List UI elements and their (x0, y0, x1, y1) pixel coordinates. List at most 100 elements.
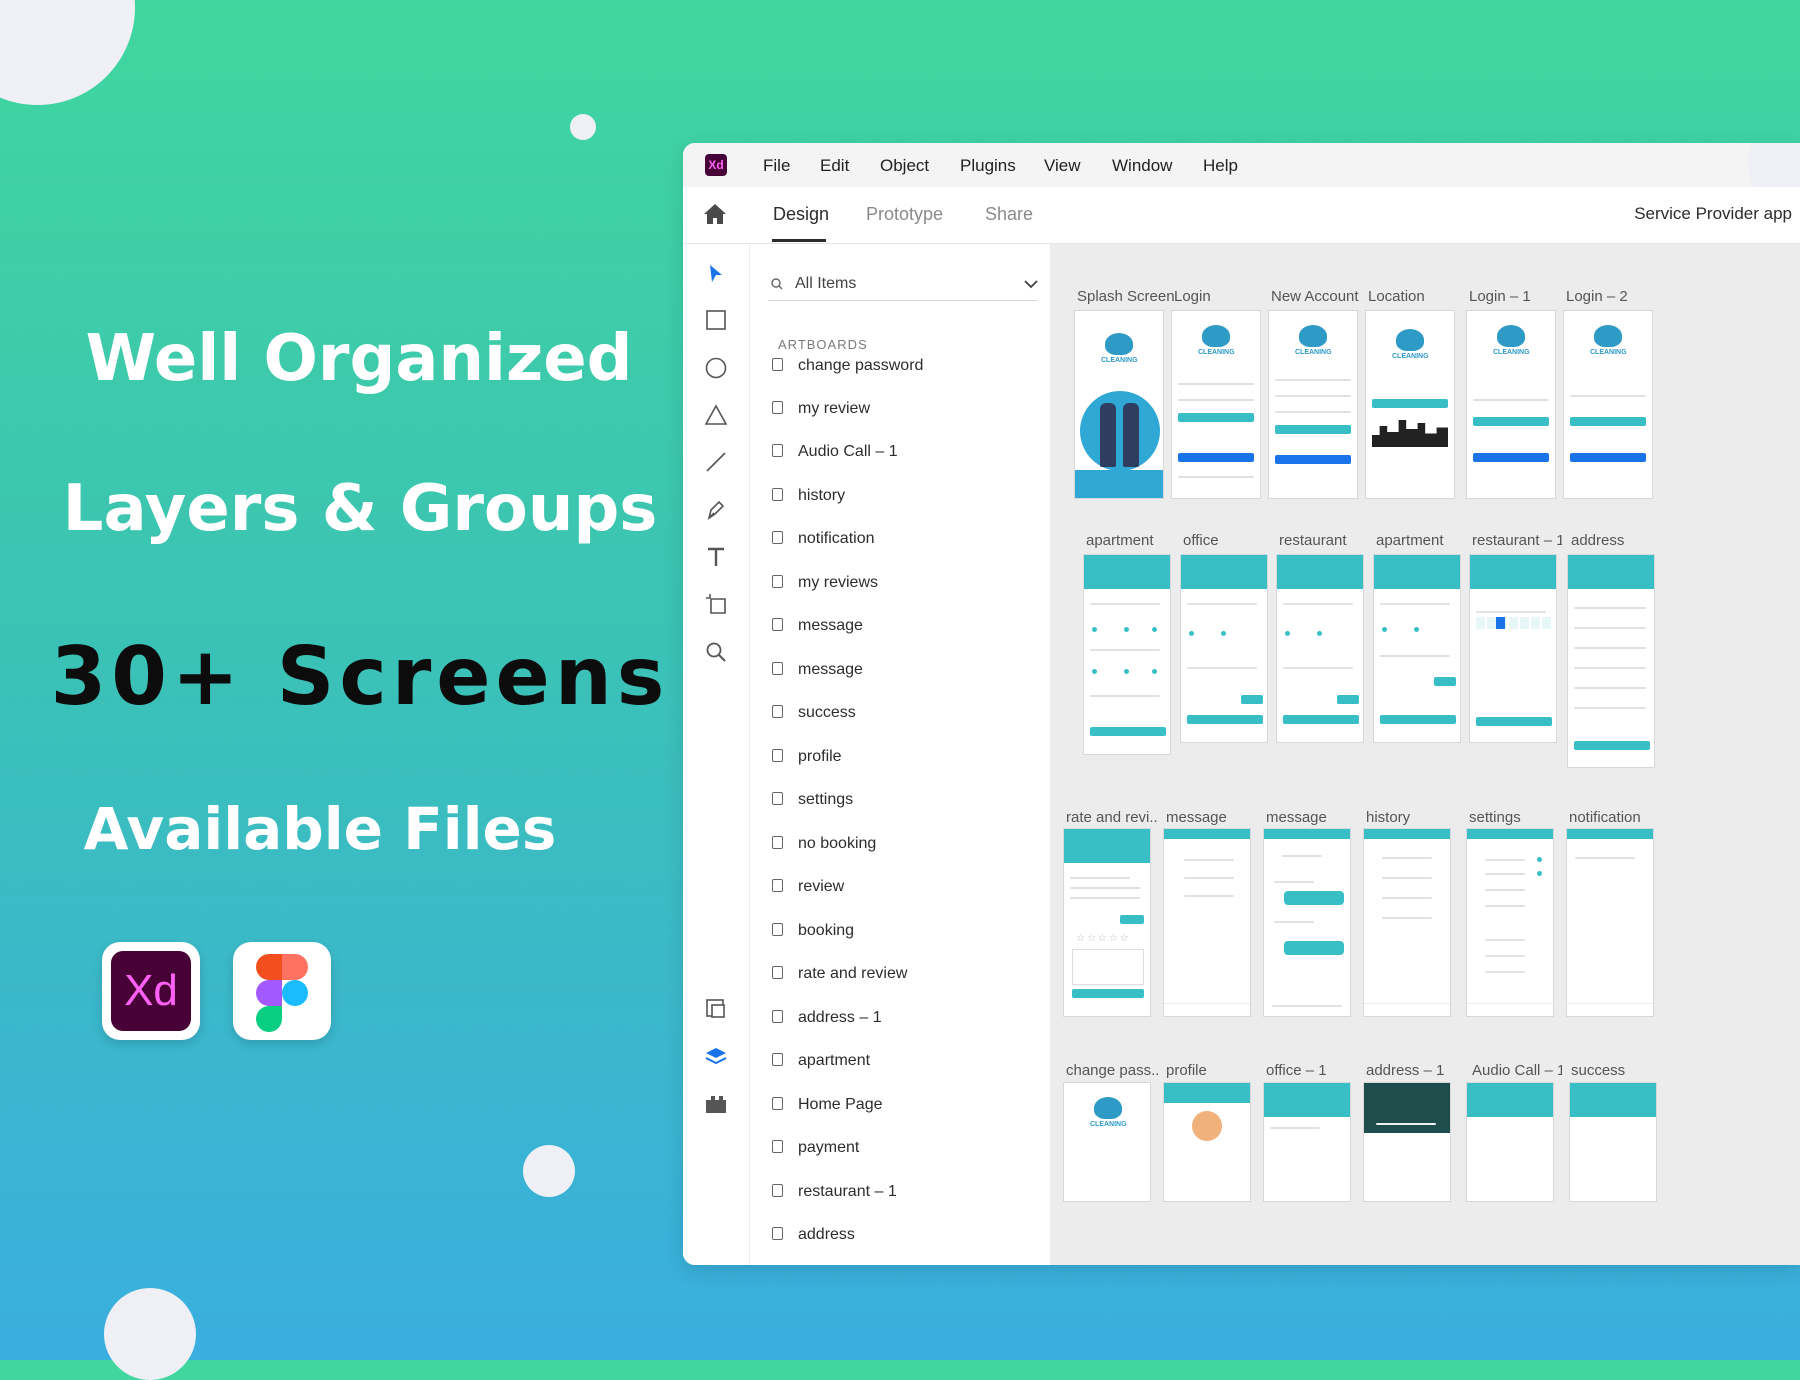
layer-item[interactable]: address – 1 (766, 1000, 1036, 1036)
artboard-thumbnail[interactable]: CLEANING (1074, 310, 1164, 499)
menu-edit[interactable]: Edit (820, 156, 849, 176)
artboard-thumbnail[interactable]: CLEANING (1063, 1082, 1151, 1202)
facebook-button-shape (1473, 453, 1549, 462)
confirm-booking-button-shape (1380, 715, 1456, 724)
plugins-panel-icon[interactable] (703, 1091, 729, 1117)
artboard-thumbnail[interactable]: CLEANING (1171, 310, 1261, 499)
layer-item[interactable]: message (766, 652, 1036, 688)
layer-item[interactable]: Audio Call – 1 (766, 434, 1036, 470)
design-canvas[interactable]: Splash Screen Login New Account Location… (1050, 244, 1800, 1265)
home-icon[interactable] (703, 203, 727, 225)
xd-window: Xd File Edit Object Plugins View Window … (683, 143, 1800, 1265)
artboard-label: Login – 2 (1566, 288, 1628, 305)
layer-item[interactable]: Home Page (766, 1087, 1036, 1123)
artboard-thumbnail[interactable] (1083, 554, 1171, 755)
layer-item[interactable]: success (766, 695, 1036, 731)
artboard-tool-icon[interactable] (703, 591, 729, 617)
promo-line-1: Well Organized (85, 322, 633, 396)
layer-item[interactable]: settings (766, 782, 1036, 818)
menu-file[interactable]: File (763, 156, 790, 176)
layer-item[interactable]: rate and review (766, 956, 1036, 992)
artboard-thumbnail[interactable] (1163, 1082, 1251, 1202)
header-shape (1277, 555, 1363, 589)
input-line (1275, 395, 1351, 397)
option-dot (1092, 627, 1097, 632)
artboard-thumbnail[interactable] (1163, 828, 1251, 1017)
layer-item[interactable]: review (766, 869, 1036, 905)
artboard-thumbnail[interactable] (1466, 828, 1554, 1017)
artboard-icon (772, 749, 783, 762)
header-shape (1264, 829, 1350, 839)
artboard-thumbnail[interactable] (1276, 554, 1364, 743)
menu-view[interactable]: View (1044, 156, 1081, 176)
assets-panel-icon[interactable] (703, 996, 729, 1022)
confirm-booking-button-shape (1090, 727, 1166, 736)
layer-item[interactable]: address (766, 1217, 1036, 1253)
artboard-thumbnail[interactable]: CLEANING (1466, 310, 1556, 499)
zoom-tool-icon[interactable] (703, 639, 729, 665)
menu-object[interactable]: Object (880, 156, 929, 176)
tab-share[interactable]: Share (985, 204, 1033, 225)
artboard-thumbnail[interactable]: CLEANING (1563, 310, 1653, 499)
layer-label: my reviews (798, 574, 879, 591)
line-tool-icon[interactable] (703, 449, 729, 475)
artboard-thumbnail[interactable] (1363, 828, 1451, 1017)
figma-app-icon (233, 942, 331, 1040)
tab-prototype[interactable]: Prototype (866, 204, 943, 225)
artboard-thumbnail[interactable] (1263, 1082, 1351, 1202)
cleaning-logo-text: CLEANING (1101, 357, 1138, 364)
polygon-tool-icon[interactable] (703, 402, 729, 428)
chat-input-line (1272, 1005, 1342, 1007)
artboard-thumbnail[interactable]: ☆☆☆☆☆ (1063, 828, 1151, 1017)
layer-item[interactable]: apartment (766, 1043, 1036, 1079)
layer-item[interactable]: notification (766, 521, 1036, 557)
cleaning-logo-icon (1497, 325, 1525, 347)
tab-design[interactable]: Design (773, 204, 829, 225)
cleaning-logo-text: CLEANING (1392, 353, 1429, 360)
artboard-thumbnail[interactable]: CLEANING (1365, 310, 1455, 499)
layer-item[interactable]: booking (766, 913, 1036, 949)
promo-line-4: Available Files (83, 795, 557, 863)
person-icon (1123, 403, 1139, 467)
artboard-thumbnail[interactable] (1466, 1082, 1554, 1202)
menu-help[interactable]: Help (1203, 156, 1238, 176)
artboard-thumbnail[interactable] (1469, 554, 1557, 743)
layer-label: history (798, 487, 846, 504)
artboard-thumbnail[interactable] (1569, 1082, 1657, 1202)
rectangle-tool-icon[interactable] (703, 307, 729, 333)
layer-item[interactable]: change password (766, 348, 1036, 384)
ground-shape (1075, 470, 1163, 498)
layers-search[interactable]: All Items (768, 266, 1038, 301)
chevron-down-icon[interactable] (1024, 279, 1038, 289)
layer-item[interactable]: message (766, 608, 1036, 644)
layers-panel-icon[interactable] (703, 1044, 729, 1070)
promo-line-2: Layers & Groups (62, 472, 658, 546)
option-dot (1152, 627, 1157, 632)
artboard-thumbnail[interactable] (1566, 828, 1654, 1017)
layer-item[interactable]: restaurant – 1 (766, 1174, 1036, 1210)
menu-plugins[interactable]: Plugins (960, 156, 1016, 176)
menu-window[interactable]: Window (1112, 156, 1172, 176)
social-line (1485, 971, 1525, 973)
content-line (1070, 897, 1140, 899)
toggle-icon (1537, 857, 1542, 862)
artboard-thumbnail[interactable] (1263, 828, 1351, 1017)
ellipse-tool-icon[interactable] (703, 355, 729, 381)
layer-item[interactable]: my review (766, 391, 1036, 427)
artboard-thumbnail[interactable] (1373, 554, 1461, 743)
layer-item[interactable]: no booking (766, 826, 1036, 862)
layer-item[interactable]: my reviews (766, 565, 1036, 601)
text-tool-icon[interactable] (703, 544, 729, 570)
layer-item[interactable]: profile (766, 739, 1036, 775)
artboard-thumbnail[interactable]: CLEANING (1268, 310, 1358, 499)
artboard-thumbnail[interactable] (1567, 554, 1655, 768)
select-tool-icon[interactable] (703, 261, 729, 287)
artboard-thumbnail[interactable] (1363, 1082, 1451, 1202)
layer-item[interactable]: history (766, 478, 1036, 514)
header-shape (1374, 555, 1460, 589)
input-line (1178, 399, 1254, 401)
layer-item[interactable]: payment (766, 1130, 1036, 1166)
pen-tool-icon[interactable] (703, 496, 729, 522)
calendar-strip (1476, 617, 1552, 629)
artboard-thumbnail[interactable] (1180, 554, 1268, 743)
